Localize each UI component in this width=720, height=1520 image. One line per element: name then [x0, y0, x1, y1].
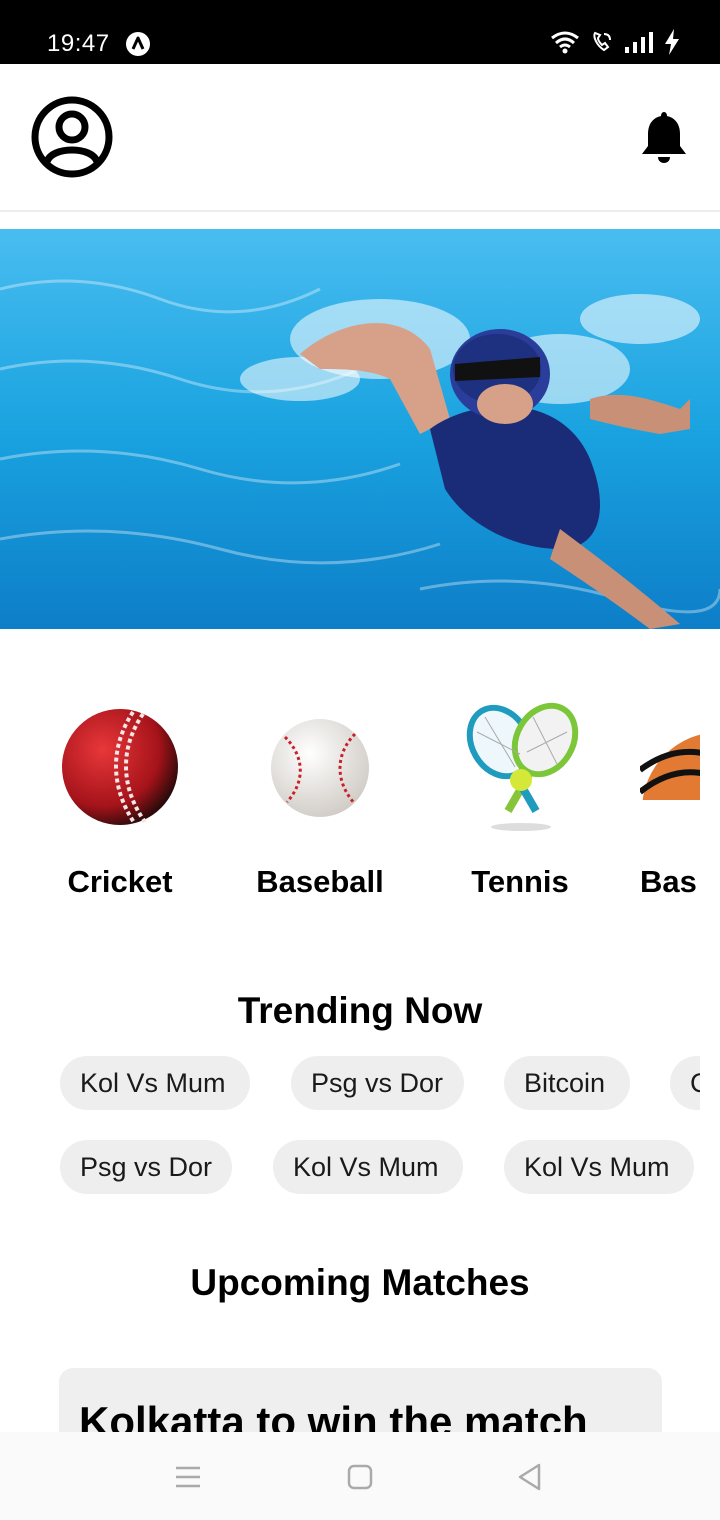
hero-banner-image[interactable] — [0, 229, 720, 629]
category-label: Tennis — [471, 864, 569, 899]
status-time: 19:47 — [47, 30, 110, 57]
menu-icon[interactable] — [163, 1452, 213, 1502]
trending-chip[interactable]: C — [670, 1056, 700, 1110]
trending-chip[interactable]: Kol Vs Mum — [60, 1056, 250, 1110]
trending-row-2: Psg vs Dor Kol Vs Mum Kol Vs Mum — [0, 1140, 720, 1200]
trending-title: Trending Now — [237, 990, 483, 1031]
signal-icon — [624, 31, 654, 58]
home-square-icon[interactable] — [335, 1452, 385, 1502]
sport-categories: Cricket Baseball Tennis Bas — [0, 690, 720, 920]
trending-chip-clip: C — [670, 1056, 700, 1110]
upcoming-title: Upcoming Matches — [190, 1262, 530, 1303]
category-label: Bas — [640, 864, 697, 899]
category-label: Cricket — [67, 864, 173, 899]
basketball-icon — [640, 730, 700, 800]
wifi-call-icon — [590, 30, 614, 59]
system-nav-bar — [0, 1432, 720, 1520]
baseball-icon — [255, 702, 385, 832]
category-label: Baseball — [256, 864, 384, 899]
cricket-ball-icon — [55, 702, 185, 832]
bell-icon[interactable] — [640, 110, 688, 164]
a-circle-icon — [125, 31, 151, 57]
trending-chip[interactable]: Psg vs Dor — [60, 1140, 232, 1194]
charging-icon — [664, 28, 680, 60]
trending-chip[interactable]: Bitcoin — [504, 1056, 630, 1110]
trending-chip[interactable]: Psg vs Dor — [291, 1056, 464, 1110]
back-triangle-icon[interactable] — [505, 1452, 555, 1502]
status-icons — [550, 28, 680, 60]
status-bar: 19:47 — [0, 0, 720, 64]
app-header — [0, 64, 720, 212]
category-basketball[interactable]: Bas — [640, 690, 700, 920]
trending-chip[interactable]: Kol Vs Mum — [504, 1140, 694, 1194]
tennis-rackets-icon — [455, 702, 585, 832]
trending-row-1: Kol Vs Mum Psg vs Dor Bitcoin C — [0, 1056, 720, 1116]
user-avatar-icon[interactable] — [31, 96, 113, 178]
trending-chip[interactable]: Kol Vs Mum — [273, 1140, 463, 1194]
wifi-icon — [550, 30, 580, 59]
